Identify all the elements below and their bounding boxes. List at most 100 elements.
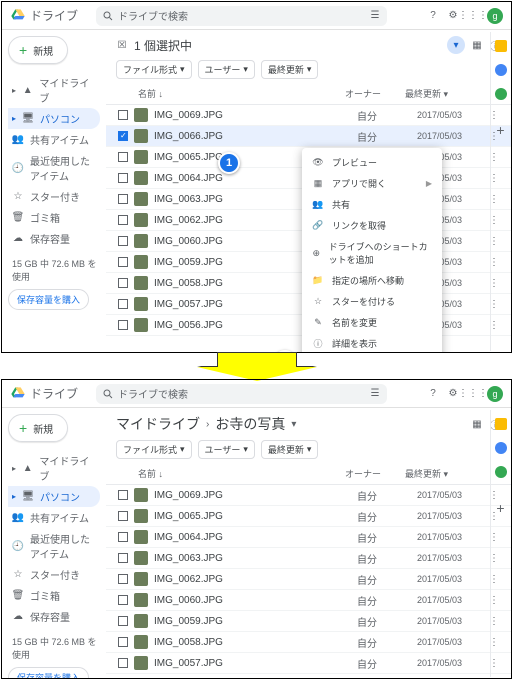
- sidebar-item-shared[interactable]: 👥共有アイテム: [8, 507, 100, 528]
- sidebar-item-computers[interactable]: ▸🖥パソコン: [8, 486, 100, 507]
- help-icon[interactable]: ?: [427, 10, 439, 22]
- sidebar-item-trash[interactable]: 🗑ゴミ箱: [8, 585, 100, 606]
- menu-item[interactable]: 👥共有: [302, 194, 442, 215]
- file-thumbnail: [134, 614, 148, 628]
- account-avatar[interactable]: g: [487, 386, 503, 402]
- view-grid-icon[interactable]: ▦: [471, 39, 483, 51]
- tasks-icon[interactable]: [495, 442, 507, 454]
- keep-icon[interactable]: [495, 40, 507, 52]
- chip-filetype[interactable]: ファイル形式 ▾: [116, 60, 192, 79]
- file-row[interactable]: IMG_0066.JPG自分2017/05/03⋮: [106, 126, 511, 147]
- sidebar-item-recent[interactable]: 🕘最近使用したアイテム: [8, 150, 100, 186]
- app-logo[interactable]: ドライブ: [10, 385, 78, 402]
- menu-item[interactable]: ⓘ詳細を表示: [302, 333, 442, 353]
- addons-icon[interactable]: +: [496, 122, 504, 138]
- file-row[interactable]: IMG_0059.JPG自分2017/05/03⋮: [106, 611, 511, 632]
- menu-item[interactable]: ✎名前を変更: [302, 312, 442, 333]
- menu-item[interactable]: 📁指定の場所へ移動: [302, 270, 442, 291]
- sidebar-item-storage[interactable]: ☁保存容量: [8, 228, 100, 249]
- col-name[interactable]: 名前 ↓: [138, 467, 345, 480]
- chip-modified[interactable]: 最終更新 ▾: [261, 60, 319, 79]
- sidebar-item-shared[interactable]: 👥共有アイテム: [8, 129, 100, 150]
- row-checkbox[interactable]: [116, 511, 130, 521]
- menu-item[interactable]: 👁プレビュー: [302, 152, 442, 173]
- row-checkbox[interactable]: [116, 194, 130, 204]
- file-name: IMG_0059.JPG: [154, 616, 357, 627]
- search-bar[interactable]: ドライブで検索 ☰: [96, 384, 387, 404]
- row-checkbox[interactable]: [116, 637, 130, 647]
- apps-icon[interactable]: ⋮⋮⋮: [467, 388, 479, 400]
- sidebar-item-mydrive[interactable]: ▸▲マイドライブ: [8, 72, 100, 108]
- chip-modified[interactable]: 最終更新 ▾: [261, 440, 319, 459]
- row-checkbox[interactable]: [116, 553, 130, 563]
- row-checkbox[interactable]: [116, 110, 130, 120]
- file-row[interactable]: IMG_0062.JPG自分2017/05/03⋮: [106, 569, 511, 590]
- help-icon[interactable]: ?: [427, 388, 439, 400]
- tune-icon[interactable]: ☰: [369, 388, 381, 400]
- col-modified[interactable]: 最終更新 ▾: [405, 467, 485, 480]
- file-row[interactable]: IMG_0058.JPG自分2017/05/03⋮: [106, 632, 511, 653]
- close-selection-icon[interactable]: ☒: [116, 39, 128, 51]
- addons-icon[interactable]: +: [496, 500, 504, 516]
- tasks-icon[interactable]: [495, 64, 507, 76]
- account-avatar[interactable]: g: [487, 8, 503, 24]
- keep-icon[interactable]: [495, 418, 507, 430]
- row-checkbox[interactable]: [116, 257, 130, 267]
- sidebar-item-trash[interactable]: 🗑ゴミ箱: [8, 207, 100, 228]
- chip-filetype[interactable]: ファイル形式 ▾: [116, 440, 192, 459]
- apps-icon[interactable]: ⋮⋮⋮: [467, 10, 479, 22]
- row-checkbox[interactable]: [116, 215, 130, 225]
- chevron-down-icon[interactable]: ▾: [291, 419, 296, 430]
- row-checkbox[interactable]: [116, 574, 130, 584]
- col-owner[interactable]: オーナー: [345, 467, 405, 480]
- menu-item[interactable]: ☆スターを付ける: [302, 291, 442, 312]
- menu-label: 共有: [332, 198, 350, 211]
- chip-user[interactable]: ユーザー ▾: [198, 440, 255, 459]
- sidebar-item-starred[interactable]: ☆スター付き: [8, 564, 100, 585]
- app-logo[interactable]: ドライブ: [10, 7, 78, 24]
- file-row[interactable]: IMG_0063.JPG自分2017/05/03⋮: [106, 548, 511, 569]
- row-checkbox[interactable]: [116, 320, 130, 330]
- row-checkbox[interactable]: [116, 299, 130, 309]
- file-row[interactable]: IMG_0065.JPG自分2017/05/03⋮: [106, 506, 511, 527]
- sidebar-item-computers[interactable]: ▸🖥パソコン: [8, 108, 100, 129]
- row-checkbox[interactable]: [116, 173, 130, 183]
- menu-item[interactable]: 🔗リンクを取得: [302, 215, 442, 236]
- file-thumbnail: [134, 572, 148, 586]
- row-checkbox[interactable]: [116, 490, 130, 500]
- new-button[interactable]: +新規: [8, 36, 68, 64]
- buy-storage-button[interactable]: 保存容量を購入: [8, 289, 89, 310]
- buy-storage-button[interactable]: 保存容量を購入: [8, 667, 89, 679]
- col-owner[interactable]: オーナー: [345, 87, 405, 100]
- sidebar-item-storage[interactable]: ☁保存容量: [8, 606, 100, 627]
- view-grid-icon[interactable]: ▦: [471, 418, 483, 430]
- contacts-icon[interactable]: [495, 88, 507, 100]
- sidebar-item-recent[interactable]: 🕘最近使用したアイテム: [8, 528, 100, 564]
- row-checkbox[interactable]: [116, 236, 130, 246]
- col-name[interactable]: 名前 ↓: [138, 87, 345, 100]
- file-owner: 自分: [357, 614, 417, 629]
- tune-icon[interactable]: ☰: [369, 10, 381, 22]
- row-checkbox[interactable]: [116, 658, 130, 668]
- row-checkbox[interactable]: [116, 595, 130, 605]
- row-checkbox[interactable]: [116, 152, 130, 162]
- menu-item[interactable]: ▦アプリで開く▶: [302, 173, 442, 194]
- contacts-icon[interactable]: [495, 466, 507, 478]
- breadcrumb[interactable]: マイドライブ › お寺の写真 ▾: [116, 414, 296, 434]
- filter-toggle[interactable]: ▾: [447, 36, 465, 54]
- file-row[interactable]: IMG_0060.JPG自分2017/05/03⋮: [106, 590, 511, 611]
- row-checkbox[interactable]: [116, 131, 130, 141]
- new-button[interactable]: +新規: [8, 414, 68, 442]
- row-checkbox[interactable]: [116, 278, 130, 288]
- col-modified[interactable]: 最終更新 ▾: [405, 87, 485, 100]
- sidebar-item-mydrive[interactable]: ▸▲マイドライブ: [8, 450, 100, 486]
- file-row[interactable]: IMG_0069.JPG自分2017/05/03⋮: [106, 485, 511, 506]
- file-row[interactable]: IMG_0064.JPG自分2017/05/03⋮: [106, 527, 511, 548]
- search-bar[interactable]: ドライブで検索 ☰: [96, 6, 387, 26]
- file-row[interactable]: IMG_0069.JPG自分2017/05/03⋮: [106, 105, 511, 126]
- row-checkbox[interactable]: [116, 616, 130, 626]
- sidebar-item-starred[interactable]: ☆スター付き: [8, 186, 100, 207]
- chip-user[interactable]: ユーザー ▾: [198, 60, 255, 79]
- row-checkbox[interactable]: [116, 532, 130, 542]
- menu-item[interactable]: ⊕ドライブへのショートカットを追加: [302, 236, 442, 270]
